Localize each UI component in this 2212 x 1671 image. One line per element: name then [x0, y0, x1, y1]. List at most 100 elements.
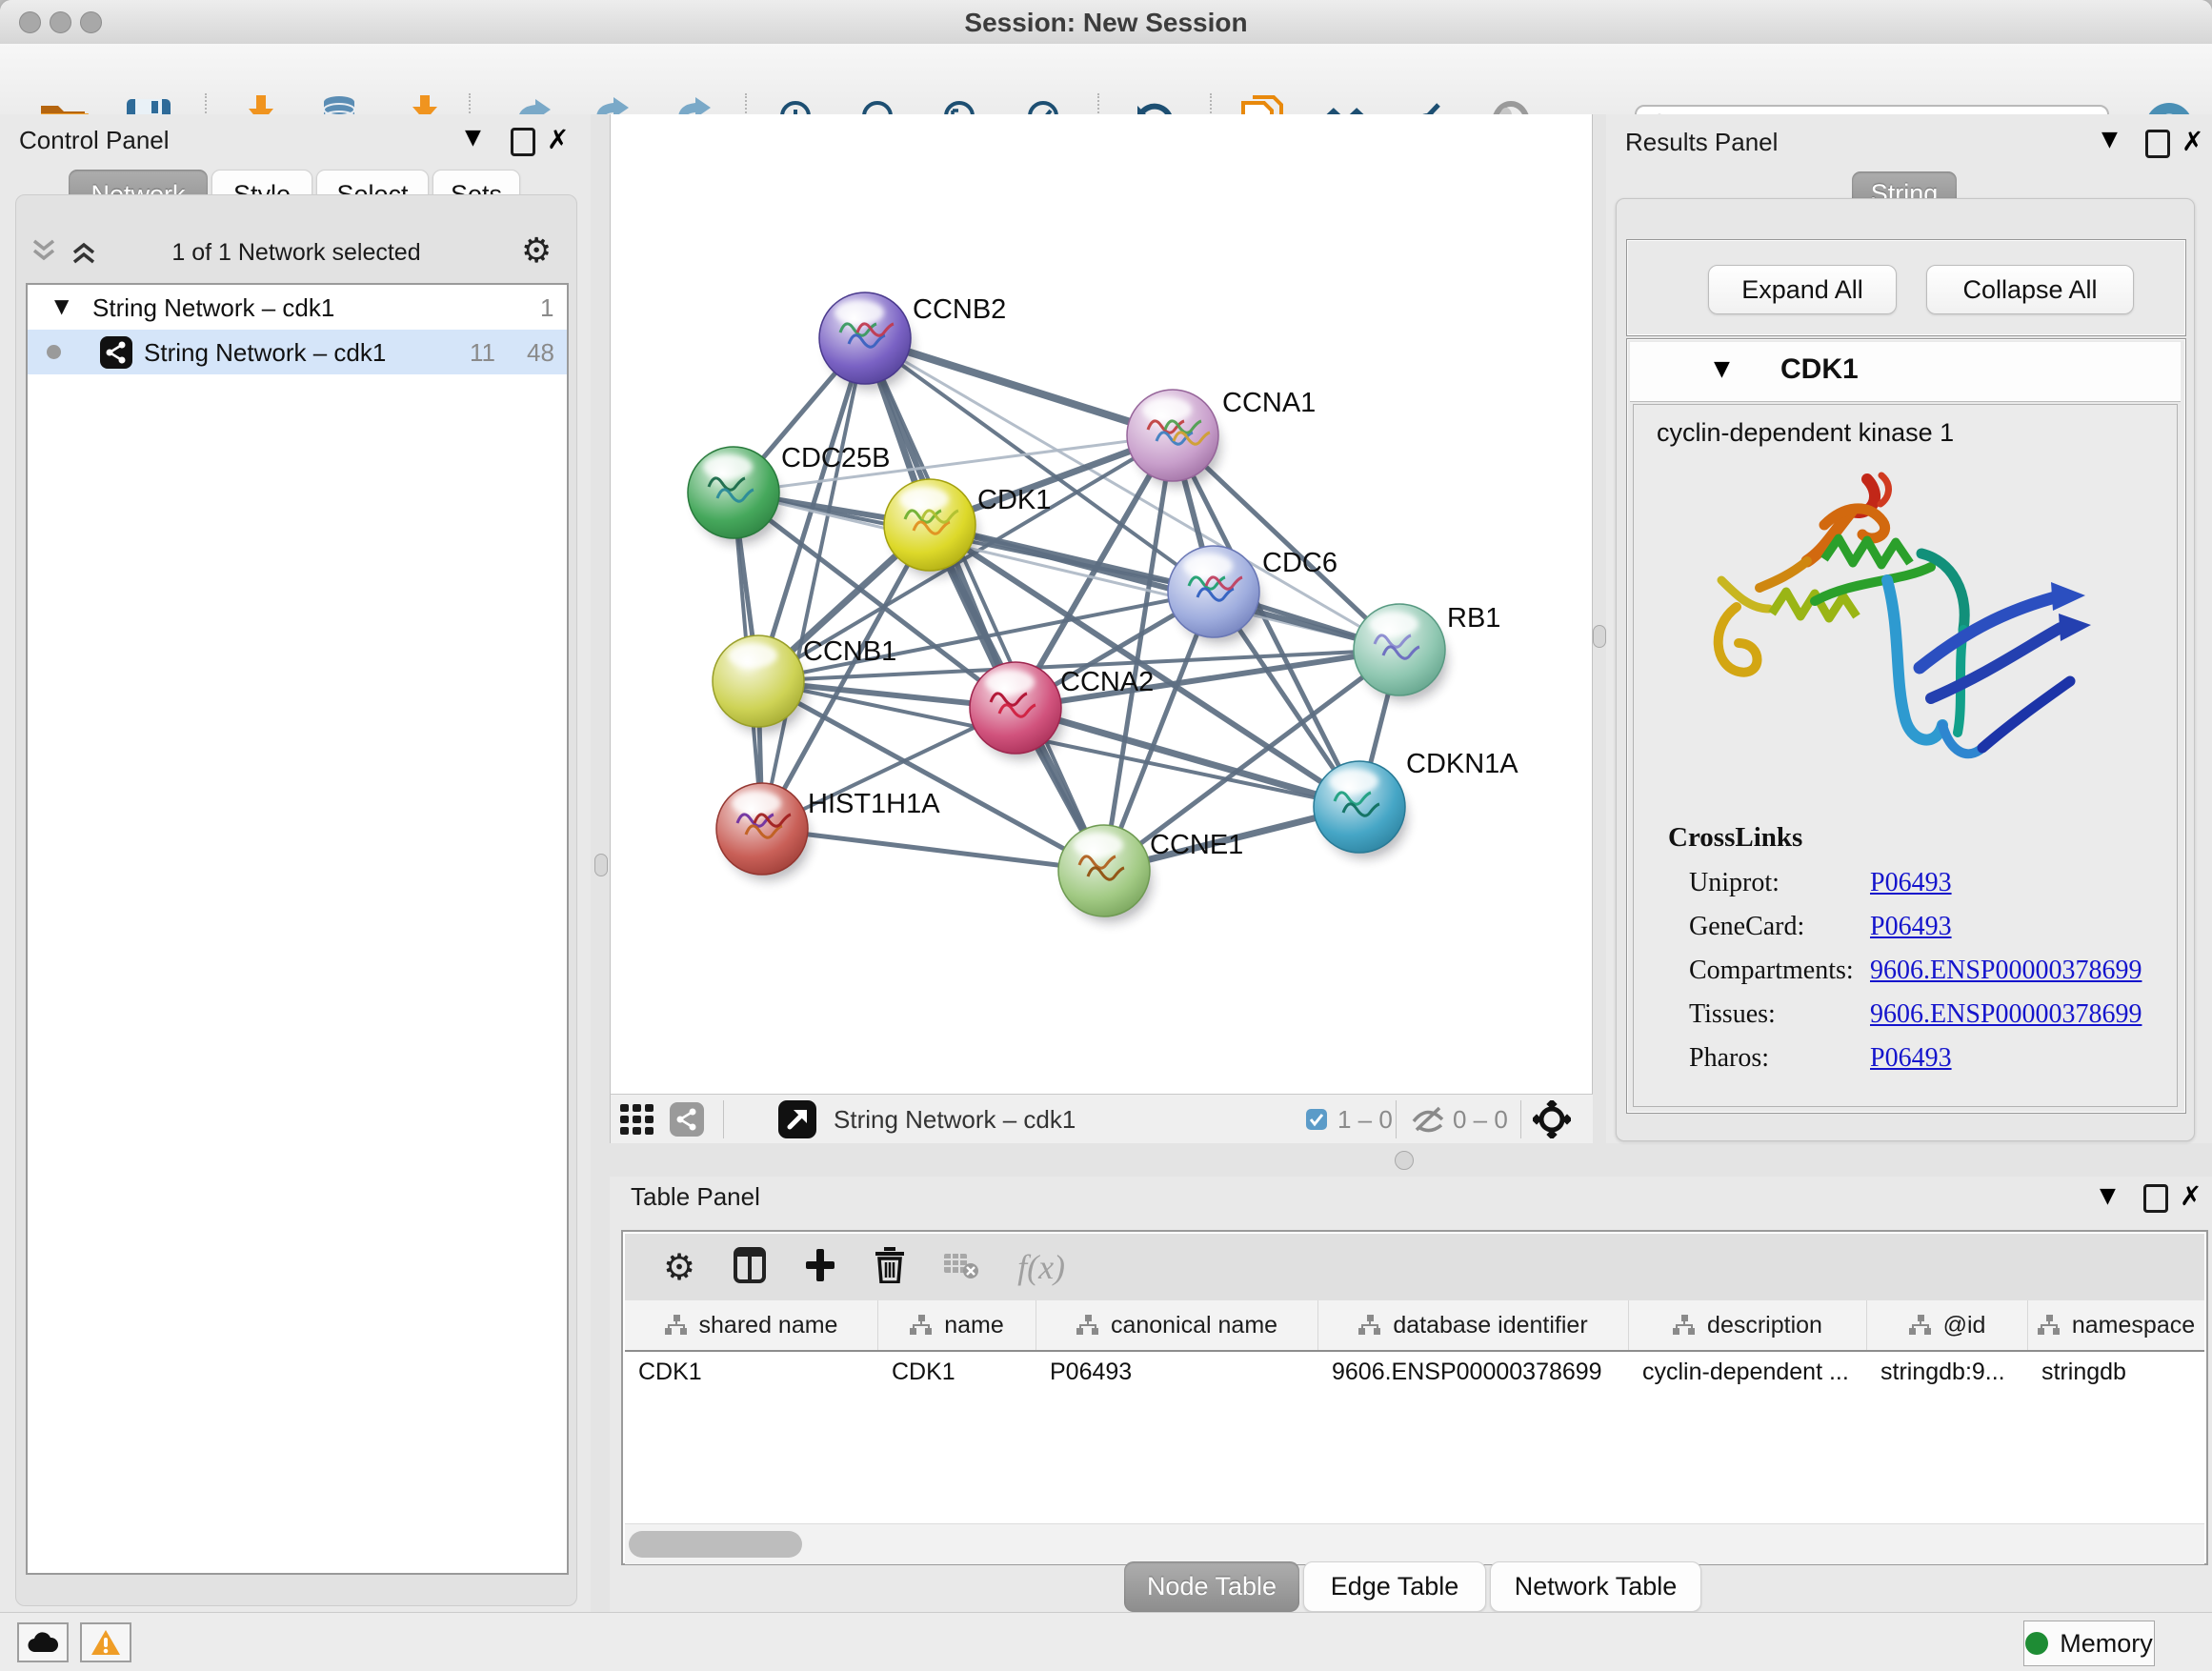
node-label: CCNA1 [1222, 388, 1316, 418]
add-column-icon[interactable] [804, 1247, 836, 1288]
table-horizontal-scrollbar[interactable] [625, 1523, 2204, 1564]
table-cell[interactable]: 9606.ENSP00000378699 [1318, 1352, 1629, 1392]
table-cell[interactable]: P06493 [1036, 1352, 1318, 1392]
splitter-grip[interactable] [1593, 625, 1606, 648]
network-selection-status: 1 of 1 Network selected [16, 239, 576, 267]
crosslink-label: Pharos: [1689, 1043, 1769, 1074]
table-panel-title: Table Panel [631, 1182, 760, 1212]
function-builder-icon-disabled: f(x) [1017, 1247, 1065, 1287]
close-panel-icon[interactable]: ✗ [2182, 126, 2203, 157]
network-share-icon[interactable] [670, 1102, 704, 1141]
column-header[interactable]: namespace [2028, 1300, 2204, 1350]
crosslink-link[interactable]: P06493 [1870, 868, 1952, 898]
collapse-panel-icon[interactable]: ▼ [2101, 128, 2118, 151]
protein-node[interactable]: CDC25B [688, 443, 890, 544]
warning-status-icon[interactable] [80, 1622, 131, 1662]
results-panel: Results Panel ▼ ✗ String Expand All Coll… [1606, 114, 2212, 1143]
selected-checkbox-icon[interactable] [1306, 1109, 1327, 1135]
network-edge-count: 48 [527, 338, 554, 368]
network-row-selected[interactable]: String Network – cdk1 11 48 [28, 330, 567, 374]
float-panel-icon[interactable] [511, 128, 535, 161]
node-label: CCNA2 [1060, 667, 1154, 697]
gene-header-row[interactable]: ▼ CDK1 [1630, 342, 2181, 402]
network-collection-row[interactable]: ▼ String Network – cdk1 1 [28, 285, 567, 330]
column-header[interactable]: database identifier [1318, 1300, 1629, 1350]
protein-node[interactable]: RB1 [1354, 603, 1500, 701]
close-panel-icon[interactable]: ✗ [547, 124, 569, 155]
crosslink-link[interactable]: P06493 [1870, 1043, 1952, 1074]
network-view-title: String Network – cdk1 [834, 1105, 1076, 1135]
protein-node[interactable]: CCNB1 [713, 635, 896, 733]
crosslink-label: Compartments: [1689, 956, 1854, 986]
crosslink-label: Tissues: [1689, 999, 1776, 1030]
tab-node-table[interactable]: Node Table [1124, 1561, 1299, 1612]
gene-results-box: ▼ CDK1 cyclin-dependent kinase 1 [1626, 338, 2186, 1114]
float-panel-icon[interactable] [2143, 1184, 2168, 1218]
node-label: CDKN1A [1406, 749, 1518, 779]
network-graph[interactable]: CCNB2CCNA1CDC25BCDK1CDC6RB1CCNB1CCNA2CDK… [611, 114, 1592, 1092]
table-settings-gear-icon[interactable]: ⚙ [663, 1246, 695, 1288]
crosslink-label: GeneCard: [1689, 912, 1804, 942]
table-cell[interactable]: stringdb [2028, 1352, 2204, 1392]
window-title: Session: New Session [0, 8, 2212, 38]
clear-table-icon-disabled [943, 1250, 979, 1285]
status-bar: Memory [0, 1612, 2212, 1671]
crosslink-link[interactable]: 9606.ENSP00000378699 [1870, 999, 2142, 1030]
table-cell[interactable]: CDK1 [878, 1352, 1036, 1392]
table-cell[interactable]: stringdb:9... [1867, 1352, 2028, 1392]
collapse-all-button[interactable]: Collapse All [1926, 265, 2134, 314]
toolbar-divider [1396, 1100, 1397, 1138]
application-window: Session: New Session [0, 0, 2212, 1671]
hidden-eye-icon[interactable] [1411, 1106, 1447, 1137]
collapse-panel-icon[interactable]: ▼ [465, 126, 481, 150]
node-label: HIST1H1A [808, 789, 940, 819]
memory-label: Memory [2060, 1629, 2153, 1659]
tree-expand-icon[interactable]: ▼ [54, 294, 69, 317]
delete-column-icon[interactable] [875, 1247, 905, 1288]
collapse-panel-icon[interactable]: ▼ [2100, 1184, 2116, 1208]
selection-mode-icon[interactable] [1533, 1100, 1571, 1143]
table-cell[interactable]: cyclin-dependent ... [1629, 1352, 1867, 1392]
float-panel-icon[interactable] [2145, 130, 2170, 163]
column-header[interactable]: name [878, 1300, 1036, 1350]
memory-button[interactable]: Memory [2023, 1621, 2155, 1666]
table-header-row: shared name name canonical name database… [625, 1300, 2204, 1352]
protein-node[interactable]: HIST1H1A [716, 783, 940, 880]
collection-count: 1 [540, 293, 553, 323]
gene-description: cyclin-dependent kinase 1 [1657, 418, 1954, 448]
splitter-grip[interactable] [594, 854, 608, 876]
scrollbar-thumb[interactable] [629, 1531, 802, 1558]
network-collection-label: String Network – cdk1 [92, 293, 334, 323]
table-row[interactable]: CDK1 CDK1 P06493 9606.ENSP00000378699 cy… [625, 1352, 2204, 1392]
tab-network-table[interactable]: Network Table [1490, 1561, 1701, 1612]
node-label: CDC25B [781, 443, 890, 473]
table-cell[interactable]: CDK1 [625, 1352, 878, 1392]
close-panel-icon[interactable]: ✗ [2180, 1180, 2202, 1212]
protein-node[interactable]: CCNA1 [1127, 388, 1316, 487]
splitter-grip[interactable] [1395, 1151, 1414, 1170]
column-header[interactable]: @id [1867, 1300, 2028, 1350]
column-header[interactable]: shared name [625, 1300, 878, 1350]
expand-all-button[interactable]: Expand All [1708, 265, 1897, 314]
node-table-card: ⚙ f(x) shared name name canonical nam [621, 1230, 2208, 1565]
protein-node[interactable]: CCNE1 [1058, 825, 1243, 922]
network-options-gear-icon[interactable]: ⚙ [521, 232, 552, 271]
gene-collapse-icon[interactable]: ▼ [1714, 357, 1730, 381]
network-tab-content: 1 of 1 Network selected ⚙ ▼ String Netwo… [15, 194, 577, 1606]
show-columns-icon[interactable] [734, 1247, 766, 1288]
table-toolbar: ⚙ f(x) [625, 1234, 2204, 1300]
open-in-window-icon[interactable] [778, 1100, 816, 1143]
column-header[interactable]: description [1629, 1300, 1867, 1350]
hidden-count: 0 – 0 [1453, 1105, 1508, 1135]
current-network-dot-icon [47, 345, 61, 359]
network-canvas[interactable]: CCNB2CCNA1CDC25BCDK1CDC6RB1CCNB1CCNA2CDK… [610, 114, 1593, 1094]
column-header[interactable]: canonical name [1036, 1300, 1318, 1350]
cloud-status-icon[interactable] [17, 1622, 69, 1662]
crosslink-link[interactable]: 9606.ENSP00000378699 [1870, 956, 2142, 986]
tab-edge-table[interactable]: Edge Table [1303, 1561, 1486, 1612]
crosslink-link[interactable]: P06493 [1870, 912, 1952, 942]
protein-node[interactable]: CDKN1A [1314, 749, 1518, 858]
network-row-label: String Network – cdk1 [144, 338, 386, 368]
crosslinks-title: CrossLinks [1668, 822, 1802, 854]
birdseye-grid-icon[interactable] [620, 1104, 658, 1139]
